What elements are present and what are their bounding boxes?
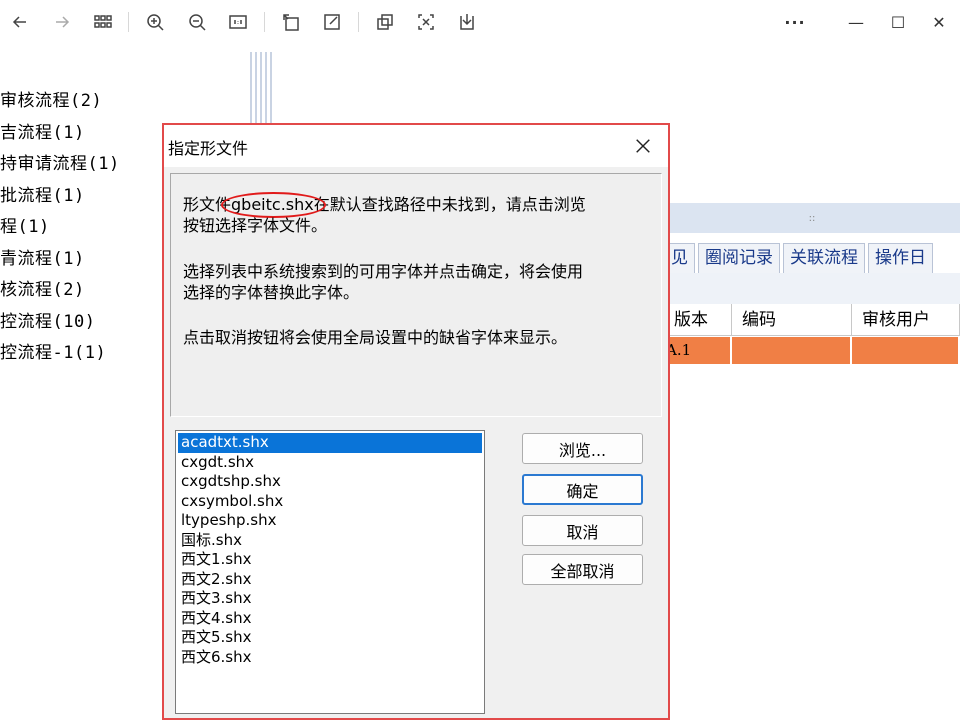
ok-button[interactable]: 确定 [522, 474, 643, 505]
missing-filename: gbeitc.shx [221, 192, 326, 218]
more-icon[interactable]: ··· [780, 8, 810, 36]
tree-item[interactable]: 批流程(1) [0, 183, 120, 215]
tree-item[interactable]: 控流程-1(1) [0, 340, 120, 372]
table-cell-code[interactable] [732, 337, 852, 364]
column-header-code[interactable]: 编码 [732, 304, 852, 336]
select-icon[interactable] [412, 8, 440, 36]
toolbar-separator [264, 12, 265, 32]
list-item[interactable]: ltypeshp.shx [178, 511, 482, 531]
message-panel: 形文件gbeitc.shx在默认查找路径中未找到，请点击浏览 按钮选择字体文件。… [170, 173, 662, 417]
table-cell-version[interactable]: A.1 [664, 337, 732, 364]
cancel-all-button[interactable]: 全部取消 [522, 554, 643, 585]
toolbar-separator [128, 12, 129, 32]
tree-item[interactable]: 青流程(1) [0, 246, 120, 278]
message-line-4: 选择的字体替换此字体。 [183, 283, 360, 302]
panel-toolbar-strip [664, 273, 960, 307]
maximize-icon[interactable]: ☐ [883, 8, 913, 36]
list-item[interactable]: cxgdtshp.shx [178, 472, 482, 492]
splitter-handle[interactable] [250, 52, 274, 124]
rotate-icon[interactable] [277, 8, 305, 36]
list-item[interactable]: acadtxt.shx [178, 433, 482, 453]
tree-item[interactable]: 吉流程(1) [0, 120, 120, 152]
minimize-icon[interactable]: — [841, 8, 871, 36]
list-item[interactable]: 西文2.shx [178, 570, 482, 590]
list-item[interactable]: 西文6.shx [178, 648, 482, 668]
cancel-button[interactable]: 取消 [522, 515, 643, 546]
message-suffix: 在默认查找路径中未找到，请点击浏览 [313, 195, 586, 214]
message-line-2: 按钮选择字体文件。 [183, 216, 328, 235]
message-line-5: 点击取消按钮将会使用全局设置中的缺省字体来显示。 [183, 328, 568, 347]
tab-operation-log[interactable]: 操作日 [868, 243, 933, 273]
tree-item[interactable]: 控流程(10) [0, 309, 120, 341]
fit-icon[interactable] [224, 8, 252, 36]
panel-tabs: 见 圈阅记录 关联流程 操作日 [664, 243, 936, 273]
tab-related-flow[interactable]: 关联流程 [783, 243, 865, 273]
grid-icon[interactable] [89, 8, 117, 36]
table-cell-reviewer[interactable] [852, 337, 960, 364]
save-icon[interactable] [453, 8, 481, 36]
zoom-out-icon[interactable] [183, 8, 211, 36]
list-item[interactable]: cxsymbol.shx [178, 492, 482, 512]
toolbar-separator [358, 12, 359, 32]
workflow-tree: 审核流程(2) 吉流程(1) 持审请流程(1) 批流程(1) 程(1) 青流程(… [0, 88, 120, 372]
cell-text [852, 341, 854, 359]
panel-grip[interactable]: :: [664, 203, 960, 233]
column-header-reviewer[interactable]: 审核用户 [852, 304, 960, 336]
list-item[interactable]: 西文1.shx [178, 550, 482, 570]
list-item[interactable]: cxgdt.shx [178, 453, 482, 473]
tree-item[interactable]: 审核流程(2) [0, 88, 120, 120]
dialog-title-bar[interactable]: 指定形文件 [164, 125, 668, 167]
tab-review-records[interactable]: 圈阅记录 [698, 243, 780, 273]
cell-text [732, 341, 734, 359]
browse-button[interactable]: 浏览... [522, 433, 643, 464]
list-item[interactable]: 西文4.shx [178, 609, 482, 629]
specify-shape-file-dialog: 指定形文件 形文件gbeitc.shx在默认查找路径中未找到，请点击浏览 按钮选… [162, 123, 670, 720]
zoom-in-icon[interactable] [141, 8, 169, 36]
edit-icon[interactable] [318, 8, 346, 36]
viewer-toolbar: ··· — ☐ ✕ [0, 0, 960, 44]
close-icon[interactable]: ✕ [924, 8, 954, 36]
list-item[interactable]: 国标.shx [178, 531, 482, 551]
font-listbox[interactable]: acadtxt.shx cxgdt.shx cxgdtshp.shx cxsym… [175, 430, 485, 714]
forward-icon[interactable] [48, 8, 76, 36]
tree-item[interactable]: 持审请流程(1) [0, 151, 120, 183]
dialog-title: 指定形文件 [168, 139, 249, 158]
list-item[interactable]: 西文5.shx [178, 628, 482, 648]
column-header-version[interactable]: 版本 [664, 304, 732, 336]
tree-item[interactable]: 程(1) [0, 214, 120, 246]
back-icon[interactable] [6, 8, 34, 36]
list-item[interactable]: 西文3.shx [178, 589, 482, 609]
message-line-3: 选择列表中系统搜索到的可用字体并点击确定，将会使用 [183, 262, 584, 281]
message-line-1: 形文件gbeitc.shx在默认查找路径中未找到，请点击浏览 [183, 192, 643, 218]
layers-icon[interactable] [371, 8, 399, 36]
tree-item[interactable]: 核流程(2) [0, 277, 120, 309]
dialog-close-icon[interactable] [630, 133, 656, 159]
